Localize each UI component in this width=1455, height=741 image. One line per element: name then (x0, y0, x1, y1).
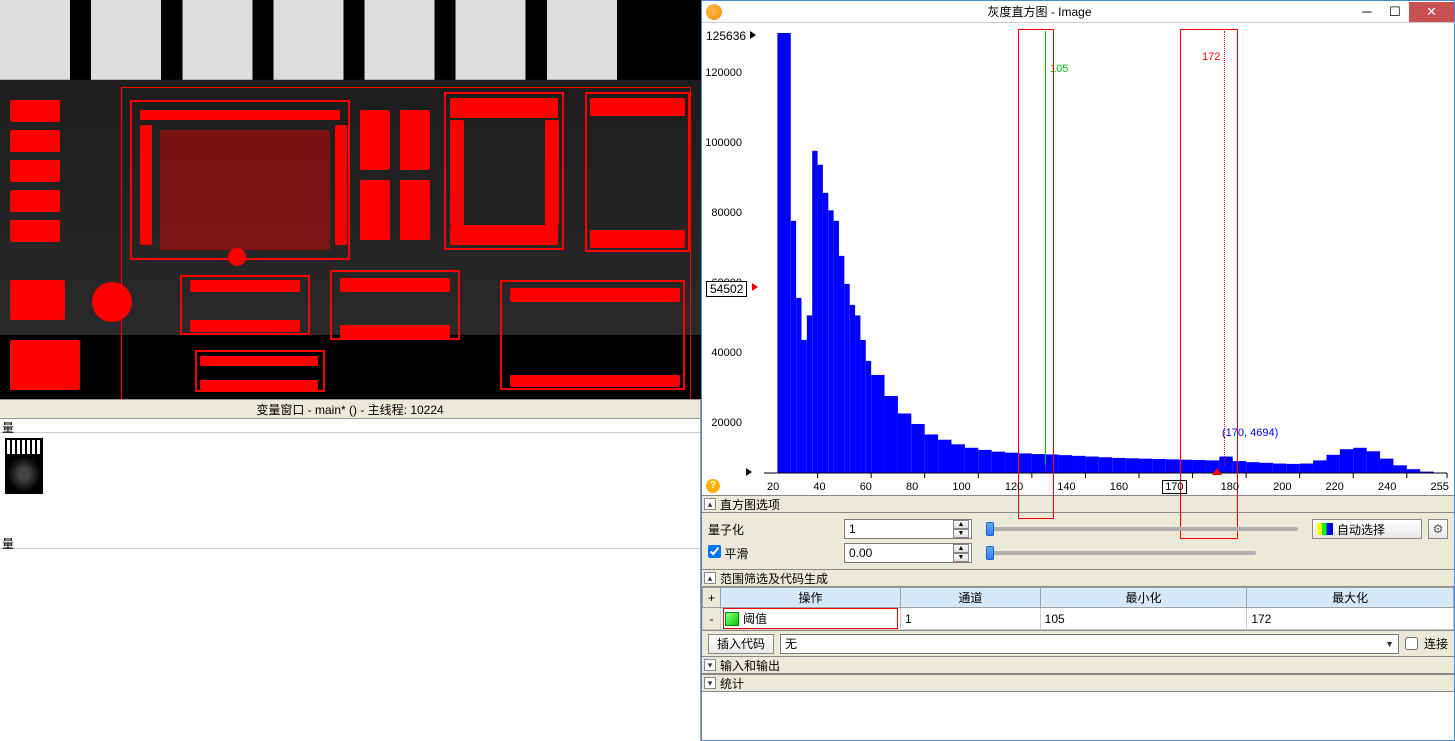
col-min: 最小化 (1040, 588, 1247, 608)
y-cursor-value: 54502 (706, 281, 747, 297)
histogram-window: 灰度直方图 - Image ─ ☐ ✕ 12000010000080000600… (701, 0, 1455, 741)
y-max-label: 125636 (706, 29, 746, 43)
table-row[interactable]: - 阈值 1 105 172 (703, 608, 1454, 630)
col-operation: 操作 (721, 588, 901, 608)
title-bar[interactable]: 灰度直方图 - Image ─ ☐ ✕ (702, 1, 1454, 23)
section-io[interactable]: ▾ 输入和输出 (702, 656, 1454, 674)
help-icon[interactable]: ? (706, 479, 720, 493)
section-range-filter[interactable]: ▴ 范围筛选及代码生成 (702, 569, 1454, 587)
histogram-svg (702, 23, 1454, 495)
chevron-up-icon: ▴ (704, 572, 716, 584)
chevron-down-icon: ▼ (1385, 639, 1394, 649)
zero-arrow-icon (746, 468, 752, 476)
image-thumbnail[interactable] (4, 437, 44, 495)
cell-operation[interactable]: 阈值 (721, 608, 901, 630)
threshold-icon (725, 612, 739, 626)
minimize-button[interactable]: ─ (1353, 2, 1381, 22)
code-language-select[interactable]: 无 ▼ (780, 634, 1399, 654)
auto-select-button[interactable]: 自动选择 (1312, 519, 1422, 539)
quantization-input[interactable]: ▲▼ (844, 519, 972, 539)
section-label: 直方图选项 (720, 496, 780, 513)
settings-button[interactable] (1428, 519, 1448, 539)
y-cursor-arrow-icon (752, 283, 758, 291)
smooth-label: 平滑 (724, 547, 748, 561)
thumbnail-strip (0, 433, 700, 535)
app-icon (706, 4, 722, 20)
col-channel: 通道 (901, 588, 1041, 608)
chevron-down-icon: ▾ (704, 677, 716, 689)
insert-code-button[interactable]: 插入代码 (708, 634, 774, 654)
close-button[interactable]: ✕ (1409, 2, 1454, 22)
smooth-slider[interactable] (986, 551, 1256, 555)
section-stats[interactable]: ▾ 统计 (702, 674, 1454, 692)
maximize-button[interactable]: ☐ (1381, 2, 1409, 22)
window-title: 灰度直方图 - Image (726, 3, 1353, 20)
spin-up-icon[interactable]: ▲ (953, 544, 969, 553)
panel-label-bottom: 量 (0, 535, 700, 549)
section-histogram-options[interactable]: ▴ 直方图选项 (702, 495, 1454, 513)
x-axis-labels: 20406080100120140160170180200220240255 (767, 479, 1449, 495)
add-row-button[interactable]: + (703, 588, 721, 608)
op-label: 阈值 (743, 610, 767, 627)
spin-down-icon[interactable]: ▼ (953, 553, 969, 562)
panel-label-top: 量 (0, 419, 700, 433)
smooth-field[interactable] (845, 546, 953, 560)
section-label: 统计 (720, 675, 744, 692)
blank-area (0, 549, 700, 741)
histogram-options-body: 量子化 ▲▼ 自动选择 平滑 ▲▼ (702, 513, 1454, 569)
y-max-arrow-icon (750, 31, 756, 39)
select-value: 无 (785, 635, 797, 652)
spin-up-icon[interactable]: ▲ (953, 520, 969, 529)
threshold-table: + 操作 通道 最小化 最大化 - 阈值 1 105 172 (702, 587, 1454, 630)
quantization-label: 量子化 (708, 521, 838, 538)
histogram-chart[interactable]: 12000010000080000600004000020000 125636 … (702, 23, 1454, 495)
remove-row-button[interactable]: - (703, 608, 721, 630)
quantization-slider[interactable] (986, 527, 1298, 531)
section-label: 范围筛选及代码生成 (720, 570, 828, 587)
cell-min[interactable]: 105 (1040, 608, 1247, 630)
annotation-rect-1 (1018, 29, 1054, 519)
connect-checkbox[interactable] (1405, 637, 1418, 650)
auto-select-label: 自动选择 (1337, 521, 1385, 538)
quantization-field[interactable] (845, 522, 953, 536)
col-max: 最大化 (1247, 588, 1454, 608)
smooth-checkbox[interactable] (708, 545, 721, 558)
annotation-rect-2 (1180, 29, 1238, 539)
y-axis-ticks: 12000010000080000600004000020000 (704, 43, 744, 465)
left-panel: 变量窗口 - main* () - 主线程: 10224 量 量 (0, 0, 701, 741)
pcb-image-viewer[interactable] (0, 0, 701, 399)
variable-window-title: 变量窗口 - main* () - 主线程: 10224 (0, 399, 700, 419)
cell-channel[interactable]: 1 (901, 608, 1041, 630)
gear-icon (1433, 522, 1444, 536)
connect-label: 连接 (1424, 635, 1448, 652)
spin-down-icon[interactable]: ▼ (953, 529, 969, 538)
cell-max[interactable]: 172 (1247, 608, 1454, 630)
chevron-up-icon: ▴ (704, 498, 716, 510)
section-label: 输入和输出 (720, 657, 780, 674)
code-insert-row: 插入代码 无 ▼ 连接 (702, 630, 1454, 656)
roi-rectangle[interactable] (121, 87, 691, 399)
smooth-label-wrap: 平滑 (708, 545, 838, 562)
smooth-input[interactable]: ▲▼ (844, 543, 972, 563)
chevron-down-icon: ▾ (704, 659, 716, 671)
auto-icon (1317, 523, 1333, 535)
